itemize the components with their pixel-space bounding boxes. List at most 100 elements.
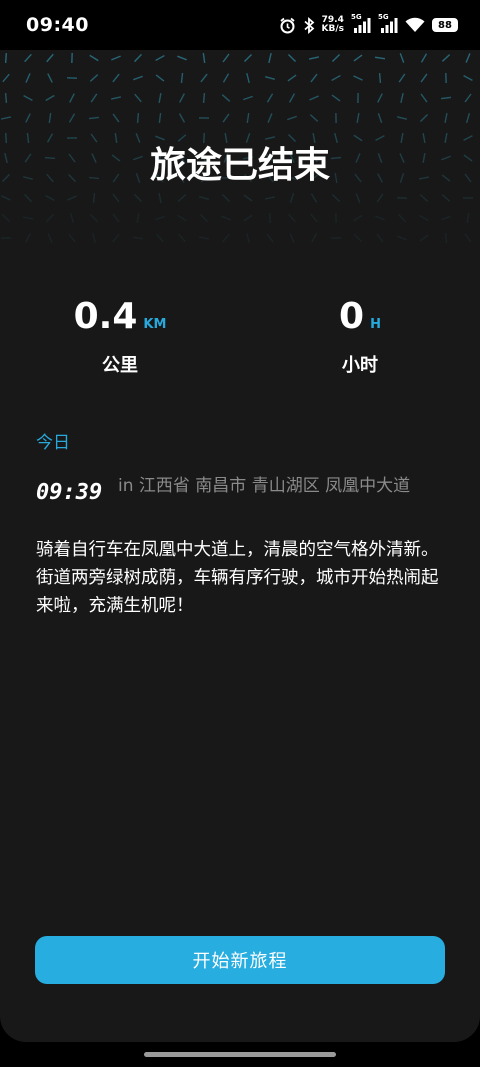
pattern-dash	[396, 116, 408, 120]
pattern-dash	[112, 113, 120, 123]
start-new-trip-button[interactable]: 开始新旅程	[35, 936, 445, 984]
pattern-dash	[377, 113, 383, 123]
pattern-dash	[331, 194, 341, 202]
pattern-dash	[112, 213, 120, 223]
pattern-dash	[177, 194, 187, 202]
pattern-dash	[90, 93, 98, 103]
pattern-dash	[441, 194, 451, 202]
pattern-dash	[222, 53, 230, 63]
pattern-dash	[243, 214, 253, 222]
pattern-dash	[353, 214, 363, 222]
pattern-dash	[4, 92, 8, 104]
pattern-dash	[289, 233, 295, 243]
pattern-dash	[92, 232, 96, 244]
pattern-dash	[1, 213, 11, 223]
pattern-dash	[70, 212, 74, 224]
pattern-dash	[45, 94, 55, 102]
pattern-dash	[398, 73, 406, 83]
pattern-dash	[24, 53, 32, 63]
duration-value: 0	[339, 296, 365, 337]
pattern-dash	[134, 93, 142, 103]
journal-entry-header: 09:39 in 江西省 南昌市 青山湖区 凤凰中大道	[36, 474, 436, 505]
pattern-dash	[243, 53, 253, 63]
pattern-dash	[264, 76, 276, 80]
pattern-dash	[331, 53, 341, 63]
alarm-icon	[279, 17, 296, 34]
pattern-dash	[308, 56, 320, 60]
distance-label: 公里	[102, 355, 138, 376]
pattern-dash	[419, 194, 429, 202]
pattern-dash	[400, 92, 404, 104]
home-indicator[interactable]	[144, 1052, 336, 1057]
pattern-dash	[46, 213, 54, 223]
pattern-dash	[155, 74, 165, 82]
pattern-dash	[180, 72, 184, 84]
pattern-dash	[200, 213, 208, 223]
pattern-dash	[89, 213, 99, 223]
pattern-dash	[222, 233, 230, 243]
pattern-dash	[266, 233, 274, 243]
pattern-dash	[246, 112, 250, 124]
pattern-dash	[221, 94, 231, 102]
pattern-dash	[178, 233, 186, 243]
pattern-dash	[287, 115, 297, 121]
pattern-dash	[25, 73, 31, 83]
pattern-dash	[396, 196, 408, 200]
pattern-dash	[158, 112, 162, 124]
pattern-dash	[309, 114, 319, 122]
pattern-dash	[221, 193, 231, 203]
pattern-dash	[198, 236, 210, 240]
pattern-dash	[420, 93, 428, 103]
pattern-dash	[465, 53, 471, 63]
sim2-label: 5G	[378, 13, 389, 21]
duration-unit: H	[370, 317, 381, 332]
network-speed: 79.4 KB/s	[322, 16, 344, 34]
trip-summary-card: 旅途已结束 0.4 KM 公里 0 H 小时 今日 09:39 in 江西省 南…	[0, 50, 480, 1042]
pattern-dash	[67, 195, 77, 201]
pattern-dash	[25, 233, 31, 243]
pattern-dash	[266, 93, 274, 103]
pattern-dash	[89, 74, 99, 82]
pattern-dash	[68, 233, 76, 243]
pattern-dash	[112, 73, 120, 83]
pattern-dash	[1, 195, 11, 201]
pattern-dash	[136, 112, 140, 124]
pattern-dash	[25, 113, 31, 123]
entry-time: 09:39	[36, 480, 103, 505]
pattern-dash	[178, 113, 186, 123]
pattern-dash	[378, 72, 382, 84]
pattern-dash	[243, 194, 253, 202]
pattern-dash	[155, 54, 165, 62]
pattern-dash	[377, 93, 383, 103]
pattern-dash	[288, 213, 296, 223]
pattern-dash	[198, 196, 210, 200]
pattern-dash	[268, 52, 272, 64]
pattern-dash	[331, 74, 341, 82]
pattern-dash	[466, 212, 470, 224]
pattern-dash	[156, 233, 164, 243]
pattern-dash	[375, 215, 385, 221]
pattern-dash	[88, 116, 100, 120]
pattern-dash	[200, 73, 208, 83]
status-time: 09:40	[26, 14, 89, 36]
pattern-dash	[288, 93, 296, 103]
wifi-icon	[405, 17, 425, 33]
pattern-dash	[331, 94, 341, 102]
distance-unit: KM	[143, 317, 167, 332]
pattern-dash	[419, 234, 429, 242]
pattern-dash	[23, 95, 33, 101]
pattern-dash	[376, 193, 384, 203]
pattern-dash	[397, 235, 407, 241]
pattern-dash	[132, 236, 144, 240]
signal-icon: 5G	[378, 13, 398, 33]
pattern-dash	[246, 72, 250, 84]
pattern-dash	[4, 52, 8, 64]
pattern-dash	[202, 52, 206, 64]
pattern-dash	[158, 192, 162, 204]
status-bar: 09:40 79.4 KB/s 5G 5G 88	[0, 0, 480, 50]
bluetooth-icon	[303, 16, 315, 34]
pattern-dash	[222, 73, 230, 83]
pattern-dash	[399, 53, 405, 63]
pattern-dash	[179, 93, 185, 103]
pattern-dash	[134, 193, 142, 203]
